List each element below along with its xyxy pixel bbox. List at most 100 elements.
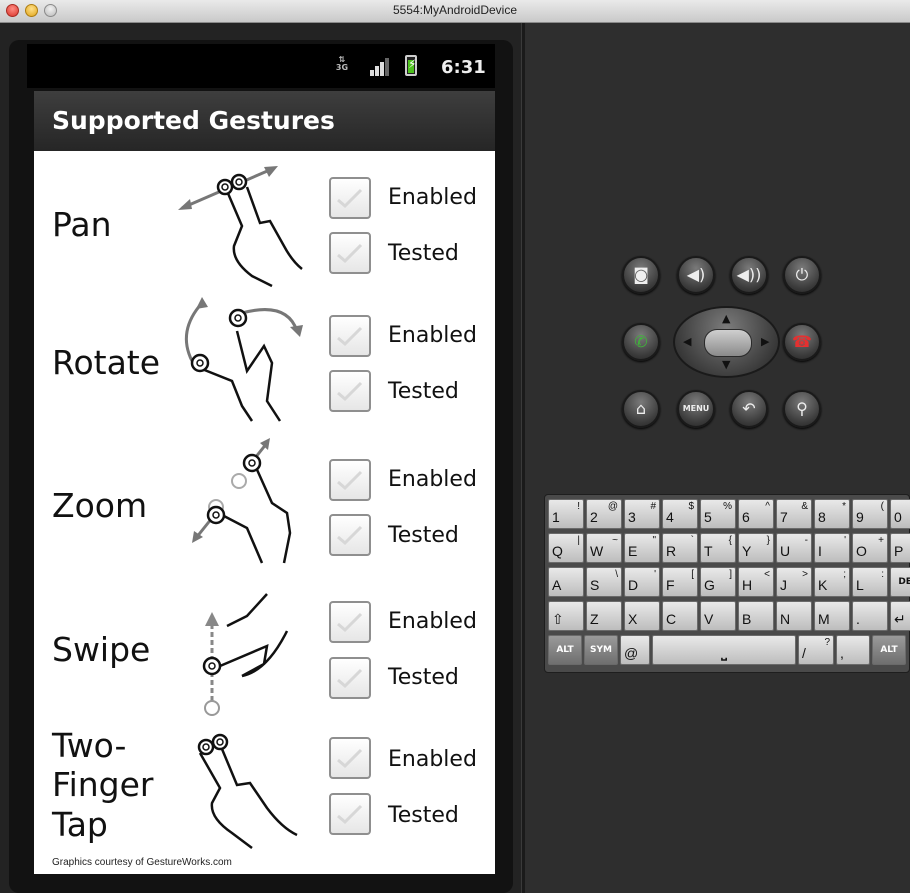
enabled-checkbox[interactable] — [329, 177, 371, 219]
key-at[interactable]: @ — [620, 635, 650, 665]
key-alt-label: + — [878, 535, 884, 546]
volume-down-icon: ◀) — [686, 265, 706, 284]
key-0-6[interactable]: 7 & — [776, 499, 812, 529]
key-2-2[interactable]: D ' — [624, 567, 660, 597]
key-2-3[interactable]: F[ — [662, 567, 698, 597]
key-1-7[interactable]: I ' — [814, 533, 850, 563]
end-call-button[interactable]: ☎ — [783, 323, 821, 361]
back-button[interactable]: ↶ — [730, 390, 768, 428]
gesture-name: Zoom — [52, 486, 148, 525]
key-1-9[interactable]: P= — [890, 533, 910, 563]
key-3-2[interactable]: X — [624, 601, 660, 631]
key-label: ALT — [556, 645, 574, 655]
key-0-1[interactable]: 2 @ — [586, 499, 622, 529]
key-label: 0 — [894, 509, 902, 525]
tested-checkbox[interactable] — [329, 514, 371, 556]
key-0-4[interactable]: 5% — [700, 499, 736, 529]
key-alt-left[interactable]: ALT — [548, 635, 582, 665]
key-2-6[interactable]: J > — [776, 567, 812, 597]
dpad-up-icon[interactable]: ▲ — [722, 312, 730, 325]
key-label: A — [552, 577, 562, 593]
dpad[interactable]: ▲ ▼ ◀ ▶ — [673, 306, 780, 378]
key-1-8[interactable]: O + — [852, 533, 888, 563]
key-label: 9 — [856, 509, 864, 525]
key-1-1[interactable]: W ~ — [586, 533, 622, 563]
key-sym[interactable]: SYM — [584, 635, 618, 665]
key-0-5[interactable]: 6 ^ — [738, 499, 774, 529]
key-1-5[interactable]: Y} — [738, 533, 774, 563]
tested-checkbox[interactable] — [329, 793, 371, 835]
dpad-center-button[interactable] — [704, 329, 752, 357]
key-2-7[interactable]: K; — [814, 567, 850, 597]
window-title: 5554:MyAndroidDevice — [392, 3, 518, 17]
end-call-icon: ☎ — [792, 332, 812, 351]
key-alt-label: | — [577, 535, 580, 546]
key-1-2[interactable]: E " — [624, 533, 660, 563]
key-3-7[interactable]: M — [814, 601, 850, 631]
key-2-1[interactable]: S \ — [586, 567, 622, 597]
emulator-keyboard: 1!2@3#4$5%6^7&8*9(0)Q|W~E"R`T{Y}U-I'O+P=… — [544, 494, 910, 673]
key-0-7[interactable]: 8 * — [814, 499, 850, 529]
key-0-9[interactable]: 0) — [890, 499, 910, 529]
key-3-8[interactable]: . — [852, 601, 888, 631]
key-alt-right[interactable]: ALT — [872, 635, 906, 665]
key-2-9[interactable]: DEL — [890, 567, 910, 597]
key-2-5[interactable]: H < — [738, 567, 774, 597]
camera-button[interactable]: ◙ — [622, 256, 660, 294]
volume-up-button[interactable]: ◀)) — [730, 256, 768, 294]
key-3-4[interactable]: V — [700, 601, 736, 631]
key-0-8[interactable]: 9( — [852, 499, 888, 529]
key-1-4[interactable]: T{ — [700, 533, 736, 563]
enabled-checkbox[interactable] — [329, 315, 371, 357]
pan-gesture-icon — [178, 166, 303, 288]
key-label: ALT — [880, 645, 898, 655]
key-3-9[interactable]: ↵ — [890, 601, 910, 631]
key-label: W — [590, 543, 604, 559]
key-label: V — [704, 611, 714, 627]
key-1-0[interactable]: Q | — [548, 533, 584, 563]
enabled-checkbox[interactable] — [329, 737, 371, 779]
key-label: 6 — [742, 509, 750, 525]
gesture-name-line-2: Finger — [52, 765, 154, 804]
menu-button[interactable]: MENU — [677, 390, 715, 428]
key-space[interactable]: ⎵ — [652, 635, 796, 665]
key-2-4[interactable]: G] — [700, 567, 736, 597]
key-0-3[interactable]: 4 $ — [662, 499, 698, 529]
power-button[interactable]: ⏻ — [783, 256, 821, 294]
key-1-3[interactable]: R ` — [662, 533, 698, 563]
enabled-label: Enabled — [388, 185, 477, 210]
enabled-label: Enabled — [388, 609, 477, 634]
tested-checkbox[interactable] — [329, 657, 371, 699]
search-button[interactable]: ⚲ — [783, 390, 821, 428]
call-button[interactable]: ✆ — [622, 323, 660, 361]
key-2-0[interactable]: A — [548, 567, 584, 597]
key-3-1[interactable]: Z — [586, 601, 622, 631]
dpad-down-icon[interactable]: ▼ — [722, 358, 730, 371]
key-3-0[interactable]: ⇧ — [548, 601, 584, 631]
tested-label: Tested — [388, 241, 459, 266]
dpad-left-icon[interactable]: ◀ — [683, 335, 691, 348]
key-0-2[interactable]: 3 # — [624, 499, 660, 529]
key-2-8[interactable]: L: — [852, 567, 888, 597]
key-label: . — [856, 611, 860, 627]
volume-down-button[interactable]: ◀) — [677, 256, 715, 294]
key-alt-label: ] — [729, 569, 732, 580]
key-3-3[interactable]: C — [662, 601, 698, 631]
enabled-checkbox[interactable] — [329, 459, 371, 501]
key-alt-label: ~ — [612, 535, 618, 546]
dpad-right-icon[interactable]: ▶ — [761, 335, 769, 348]
key-comma[interactable]: , — [836, 635, 870, 665]
home-button[interactable]: ⌂ — [622, 390, 660, 428]
key-3-6[interactable]: N — [776, 601, 812, 631]
key-3-5[interactable]: B — [738, 601, 774, 631]
key-1-6[interactable]: U- — [776, 533, 812, 563]
tested-checkbox[interactable] — [329, 370, 371, 412]
key-alt-label: " — [652, 535, 656, 546]
tested-checkbox[interactable] — [329, 232, 371, 274]
network-type-label: 3G — [335, 63, 349, 72]
key-0-0[interactable]: 1! — [548, 499, 584, 529]
enabled-checkbox[interactable] — [329, 601, 371, 643]
key-label: F — [666, 577, 675, 593]
gesture-list[interactable]: Pan Enabled Tested Rotate Enabled Tested… — [34, 151, 495, 874]
key-slash[interactable]: /? — [798, 635, 834, 665]
